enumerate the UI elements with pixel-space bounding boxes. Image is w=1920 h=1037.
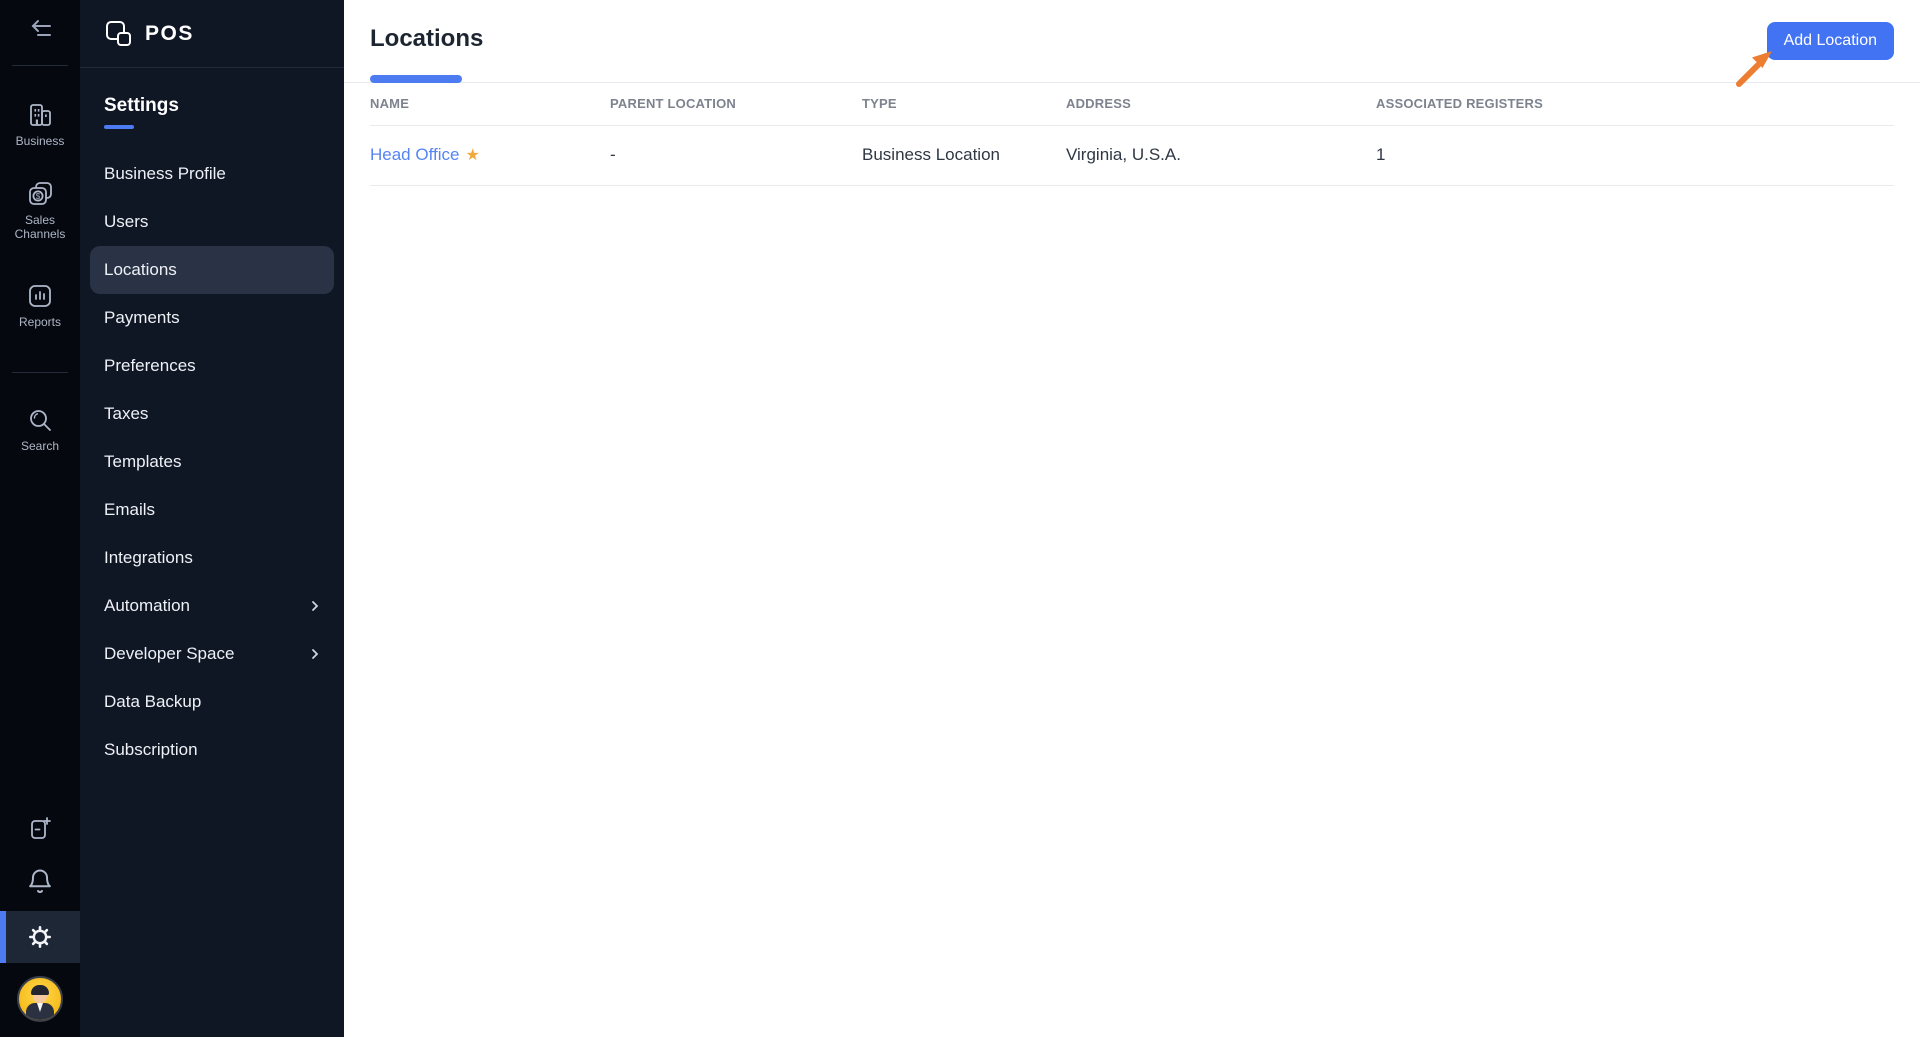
column-header-parent-location: PARENT LOCATION bbox=[610, 83, 862, 126]
column-header-name: NAME bbox=[370, 83, 610, 126]
nav-item-taxes[interactable]: Taxes bbox=[80, 390, 344, 438]
cell-address: Virginia, U.S.A. bbox=[1066, 125, 1376, 186]
column-header-type: TYPE bbox=[862, 83, 1066, 126]
bell-icon bbox=[26, 867, 54, 895]
sidebar-item-search[interactable]: Search bbox=[12, 405, 68, 454]
rail-item-label: Search bbox=[20, 439, 60, 454]
nav-item-automation[interactable]: Automation bbox=[80, 582, 344, 630]
icon-rail: Business $ Sales Channels Reports Search bbox=[0, 0, 80, 1037]
cell-associated-registers: 1 bbox=[1376, 125, 1894, 186]
nav-item-label: Emails bbox=[104, 500, 156, 519]
settings-nav: Business Profile Users Locations Payment… bbox=[80, 150, 344, 774]
cell-type: Business Location bbox=[862, 125, 1066, 186]
user-avatar[interactable] bbox=[17, 976, 63, 1022]
nav-item-label: Payments bbox=[104, 308, 180, 327]
settings-heading: Settings bbox=[104, 95, 179, 116]
nav-item-users[interactable]: Users bbox=[80, 198, 344, 246]
cell-name: Head Office ★ bbox=[370, 125, 610, 186]
gear-icon bbox=[26, 923, 54, 951]
table-row: Head Office ★ - Business Location Virgini… bbox=[370, 125, 1894, 186]
add-location-button[interactable]: Add Location bbox=[1766, 22, 1894, 60]
tab-locations[interactable]: Locations bbox=[370, 25, 483, 53]
nav-item-payments[interactable]: Payments bbox=[80, 294, 344, 342]
nav-item-business-profile[interactable]: Business Profile bbox=[80, 150, 344, 198]
rail-divider bbox=[12, 65, 68, 66]
main-content: Locations Add Location NAME PARENT LOCAT… bbox=[344, 0, 1920, 1037]
nav-item-label: Locations bbox=[104, 260, 177, 279]
nav-item-label: Preferences bbox=[104, 356, 196, 375]
search-icon bbox=[25, 405, 55, 435]
main-header: Locations Add Location bbox=[344, 0, 1920, 87]
favorite-star-icon[interactable]: ★ bbox=[465, 147, 479, 164]
avatar-hair bbox=[31, 985, 49, 995]
settings-gear-button[interactable] bbox=[0, 911, 80, 963]
nav-item-emails[interactable]: Emails bbox=[80, 486, 344, 534]
rail-divider bbox=[12, 372, 68, 374]
svg-text:$: $ bbox=[36, 192, 41, 201]
app-logo[interactable]: POS bbox=[80, 0, 344, 68]
nav-item-label: Business Profile bbox=[104, 164, 226, 183]
nav-item-label: Templates bbox=[104, 452, 182, 471]
business-icon bbox=[25, 100, 55, 130]
nav-item-integrations[interactable]: Integrations bbox=[80, 534, 344, 582]
column-header-address: ADDRESS bbox=[1066, 83, 1376, 126]
nav-item-label: Subscription bbox=[104, 740, 198, 759]
settings-heading-underline bbox=[104, 125, 134, 129]
nav-item-label: Integrations bbox=[104, 548, 193, 567]
active-tab-indicator bbox=[370, 75, 462, 83]
chevron-right-icon bbox=[308, 599, 322, 613]
nav-item-label: Data Backup bbox=[104, 692, 202, 711]
notifications-button[interactable] bbox=[12, 867, 68, 895]
nav-item-developer-space[interactable]: Developer Space bbox=[80, 630, 344, 678]
sidebar-item-sales-channels[interactable]: $ Sales Channels bbox=[12, 179, 68, 242]
sidebar-item-reports[interactable]: Reports bbox=[12, 281, 68, 330]
table-header-row: NAME PARENT LOCATION TYPE ADDRESS ASSOCI… bbox=[370, 83, 1894, 126]
nav-item-locations[interactable]: Locations bbox=[90, 246, 334, 294]
nav-item-subscription[interactable]: Subscription bbox=[80, 726, 344, 774]
nav-item-label: Users bbox=[104, 212, 149, 231]
settings-sidebar: POS Settings Business Profile Users Loca… bbox=[80, 0, 344, 1037]
nav-item-label: Developer Space bbox=[104, 644, 235, 663]
chevron-right-icon bbox=[308, 647, 322, 661]
locations-table: NAME PARENT LOCATION TYPE ADDRESS ASSOCI… bbox=[370, 83, 1894, 186]
rail-item-label: Business bbox=[15, 134, 65, 148]
rail-item-label: Sales Channels bbox=[14, 212, 66, 241]
nav-item-label: Automation bbox=[104, 596, 190, 615]
column-header-associated-registers: ASSOCIATED REGISTERS bbox=[1376, 83, 1894, 126]
nav-item-templates[interactable]: Templates bbox=[80, 438, 344, 486]
add-document-icon bbox=[26, 815, 54, 843]
app-logo-text: POS bbox=[145, 21, 194, 45]
sales-channels-icon: $ bbox=[25, 179, 55, 209]
pos-logo-icon bbox=[104, 19, 134, 49]
rail-item-label: Reports bbox=[18, 315, 62, 330]
collapse-sidebar-icon bbox=[25, 16, 55, 46]
add-document-button[interactable] bbox=[12, 815, 68, 843]
nav-item-label: Taxes bbox=[104, 404, 149, 423]
collapse-sidebar-button[interactable] bbox=[12, 16, 68, 46]
reports-icon bbox=[25, 281, 55, 311]
nav-item-preferences[interactable]: Preferences bbox=[80, 342, 344, 390]
location-name-link[interactable]: Head Office bbox=[370, 145, 459, 164]
cell-parent-location: - bbox=[610, 125, 862, 186]
nav-item-data-backup[interactable]: Data Backup bbox=[80, 678, 344, 726]
sidebar-item-business[interactable]: Business bbox=[12, 100, 68, 149]
